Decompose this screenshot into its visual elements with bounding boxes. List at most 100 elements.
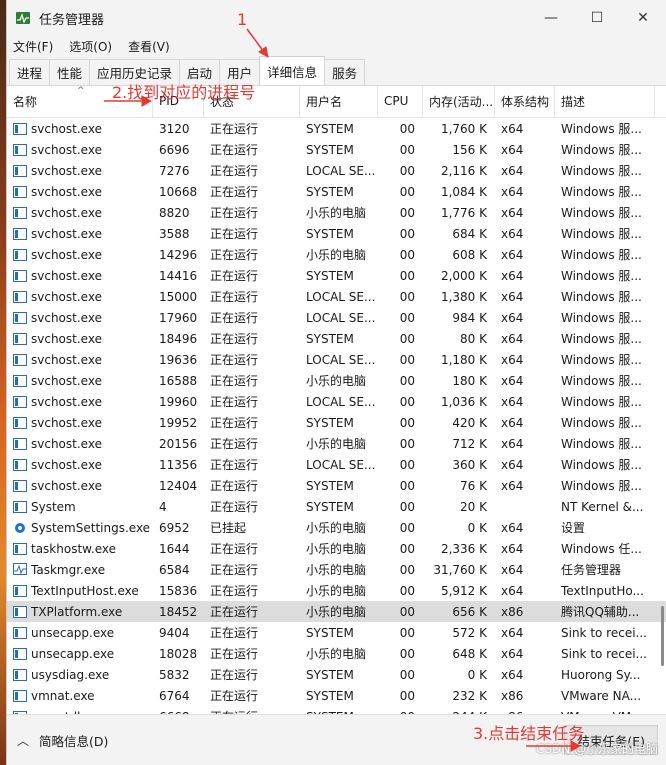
- table-row[interactable]: svchost.exe 10668 正在运行 SYSTEM 00 1,084 K x64 Wi…: [7, 181, 666, 202]
- user-text: LOCAL SE...: [306, 289, 376, 304]
- table-row[interactable]: svchost.exe 19952 正在运行 SYSTEM 00 420 K x64 Wind…: [7, 412, 666, 433]
- taskmgr-icon: [13, 562, 27, 577]
- cpu-text: 00: [399, 289, 415, 304]
- cell-status: 正在运行: [204, 538, 300, 559]
- column-header-cpu[interactable]: CPU: [378, 86, 423, 117]
- cell-desc: Windows 服...: [555, 181, 655, 202]
- table-row[interactable]: svchost.exe 19960 正在运行 LOCAL SE... 00 1,036 K…: [7, 391, 666, 412]
- cell-status: 正在运行: [204, 706, 300, 714]
- table-row[interactable]: svchost.exe 17960 正在运行 LOCAL SE... 00 984 K x6…: [7, 307, 666, 328]
- column-header-user[interactable]: 用户名: [300, 86, 378, 117]
- user-text: LOCAL SE...: [306, 352, 376, 367]
- table-row[interactable]: svchost.exe 12404 正在运行 SYSTEM 00 76 K x64 Windo…: [7, 475, 666, 496]
- table-row[interactable]: vmnetdhcp.exe6668正在运行SYSTEM00244 Kx86VMw…: [7, 706, 666, 714]
- table-row[interactable]: System 4 正在运行 SYSTEM 00 20 K NT Kernel &...: [7, 496, 666, 517]
- close-button[interactable]: ✕: [620, 0, 666, 36]
- column-name-label: 名称: [13, 94, 38, 109]
- table-row[interactable]: svchost.exe 11356 正在运行 LOCAL SE... 00 360 K x6…: [7, 454, 666, 475]
- table-row[interactable]: svchost.exe 14296 正在运行 小乐的电脑 00 608 K x64 Windo…: [7, 244, 666, 265]
- name-text: svchost.exe: [31, 310, 102, 325]
- user-text: SYSTEM: [306, 142, 354, 157]
- column-header-architecture[interactable]: 体系结构: [495, 86, 555, 117]
- cell-cpu: 00: [378, 181, 423, 202]
- cell-cpu: 00: [378, 286, 423, 307]
- cell-name: svchost.exe: [7, 223, 153, 244]
- mem-text: 2,116 K: [440, 163, 487, 178]
- scrollbar-thumb[interactable]: [661, 606, 664, 666]
- cell-pid: 17960: [153, 307, 204, 328]
- cell-pid: 5832: [153, 664, 204, 685]
- table-row[interactable]: Taskmgr.exe 6584 正在运行 小乐的电脑 00 31,760 K x64 任务管…: [7, 559, 666, 580]
- cpu-text: 00: [399, 331, 415, 346]
- table-row[interactable]: svchost.exe 8820 正在运行 小乐的电脑 00 1,776 K x64 Wind…: [7, 202, 666, 223]
- table-row[interactable]: unsecapp.exe 18028 正在运行 小乐的电脑 00 648 K x64 Sink…: [7, 643, 666, 664]
- cell-user: SYSTEM: [300, 622, 378, 643]
- menu-view[interactable]: 查看(V): [128, 38, 170, 55]
- user-text: LOCAL SE...: [306, 163, 376, 178]
- mem-text: 2,000 K: [440, 268, 487, 283]
- cell-status: 正在运行: [204, 559, 300, 580]
- desc-text: VMware NA...: [561, 688, 642, 703]
- table-row[interactable]: svchost.exe 14416 正在运行 SYSTEM 00 2,000 K x64 Wi…: [7, 265, 666, 286]
- menu-options[interactable]: 选项(O): [69, 38, 112, 55]
- name-text: svchost.exe: [31, 205, 102, 220]
- mem-text: 80 K: [460, 331, 487, 346]
- window-icon: [13, 542, 27, 555]
- vertical-scrollbar[interactable]: [658, 118, 664, 698]
- minimize-button[interactable]: —: [528, 0, 574, 36]
- cell-cpu: 00: [378, 685, 423, 706]
- name-text: svchost.exe: [31, 436, 102, 451]
- status-text: 正在运行: [210, 374, 259, 388]
- menu-file[interactable]: 文件(F): [13, 38, 53, 55]
- column-header-memory[interactable]: 内存(活动...: [423, 86, 495, 117]
- status-text: 正在运行: [210, 185, 259, 199]
- table-row[interactable]: unsecapp.exe 9404 正在运行 SYSTEM 00 572 K x64 Sink…: [7, 622, 666, 643]
- cell-mem: 420 K: [423, 412, 495, 433]
- cell-user: 小乐的电脑: [300, 370, 378, 391]
- user-text: LOCAL SE...: [306, 394, 376, 409]
- tab-processes[interactable]: 进程: [9, 59, 51, 85]
- table-row[interactable]: svchost.exe 19636 正在运行 LOCAL SE... 00 1,180 K…: [7, 349, 666, 370]
- cell-name: svchost.exe: [7, 349, 153, 370]
- desc-text: Windows 服...: [561, 374, 642, 388]
- table-row[interactable]: svchost.exe 3588 正在运行 SYSTEM 00 684 K x64 Windo…: [7, 223, 666, 244]
- cell-arch: x64: [495, 328, 555, 349]
- cpu-text: 00: [399, 142, 415, 157]
- cpu-text: 00: [399, 646, 415, 661]
- tab-services[interactable]: 服务: [324, 59, 366, 85]
- task-manager-app-icon: [15, 10, 31, 26]
- table-row[interactable]: svchost.exe 15000 正在运行 LOCAL SE... 00 1,380 K…: [7, 286, 666, 307]
- table-row[interactable]: svchost.exe 3120 正在运行 SYSTEM 00 1,760 K x64 Win…: [7, 118, 666, 139]
- window-icon: [13, 290, 27, 303]
- table-row[interactable]: vmnat.exe 6764 正在运行 SYSTEM 00 232 K x86 VMware …: [7, 685, 666, 706]
- tab-performance[interactable]: 性能: [49, 59, 91, 85]
- table-row[interactable]: svchost.exe 18496 正在运行 SYSTEM 00 80 K x64 Windo…: [7, 328, 666, 349]
- table-row[interactable]: TextInputHost.exe 15836 正在运行 小乐的电脑 00 5,912 K…: [7, 580, 666, 601]
- table-row[interactable]: usysdiag.exe 5832 正在运行 SYSTEM 00 0 K x64 Huoron…: [7, 664, 666, 685]
- column-header-description[interactable]: 描述: [555, 86, 655, 117]
- cell-pid: 15836: [153, 580, 204, 601]
- table-row[interactable]: svchost.exe 6696 正在运行 SYSTEM 00 156 K x64 Windo…: [7, 139, 666, 160]
- mem-text: 1,760 K: [440, 121, 487, 136]
- window-icon: [13, 206, 27, 219]
- brief-details-toggle[interactable]: ︿ 简略信息(D): [17, 731, 108, 750]
- cell-name: Taskmgr.exe: [7, 559, 153, 580]
- table-row[interactable]: svchost.exe 16588 正在运行 小乐的电脑 00 180 K x64 Windo…: [7, 370, 666, 391]
- table-row[interactable]: SystemSettings.exe 6952 已挂起 小乐的电脑 00 0 K x64 设置: [7, 517, 666, 538]
- cpu-text: 00: [399, 163, 415, 178]
- cpu-text: 00: [399, 394, 415, 409]
- table-row[interactable]: TXPlatform.exe 18452 正在运行 小乐的电脑 00 656 K x86 腾讯…: [7, 601, 666, 622]
- cell-cpu: 00: [378, 139, 423, 160]
- table-row[interactable]: svchost.exe 20156 正在运行 小乐的电脑 00 712 K x64 Windo…: [7, 433, 666, 454]
- user-text: SYSTEM: [306, 478, 354, 493]
- cell-mem: 656 K: [423, 601, 495, 622]
- details-table: 名称 ^ PID 状态 用户名 CPU 内存(活动... 体系结构 描述 svc…: [7, 86, 666, 714]
- maximize-button[interactable]: ☐: [574, 0, 620, 36]
- cell-cpu: 00: [378, 601, 423, 622]
- table-row[interactable]: taskhostw.exe 1644 正在运行 小乐的电脑 00 2,336 K x64 Wi…: [7, 538, 666, 559]
- mem-text: 420 K: [452, 415, 487, 430]
- table-row[interactable]: svchost.exe 7276 正在运行 LOCAL SE... 00 2,116 K x…: [7, 160, 666, 181]
- desc-text: Windows 服...: [561, 332, 642, 346]
- tab-details[interactable]: 详细信息: [259, 56, 326, 85]
- cell-mem: 232 K: [423, 685, 495, 706]
